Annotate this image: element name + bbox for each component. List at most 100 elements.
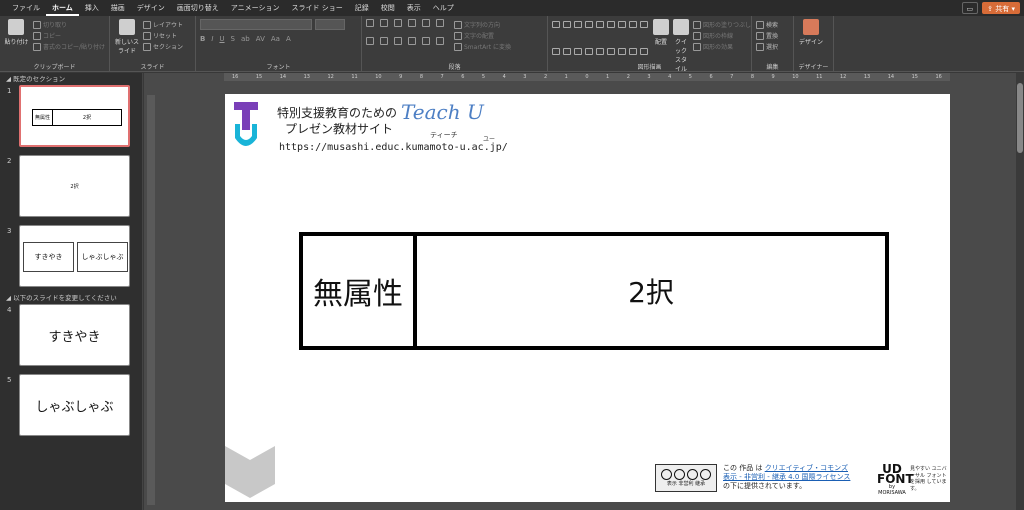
find-button[interactable]: 検索 <box>756 19 789 30</box>
shape-curve-icon[interactable] <box>563 48 571 55</box>
shape-line-icon[interactable] <box>574 21 582 28</box>
shape-rect3-icon[interactable] <box>629 21 637 28</box>
justify-icon[interactable] <box>408 37 416 45</box>
shape-outline-button[interactable]: 図形の枠線 <box>693 30 751 41</box>
shape-more-icon[interactable] <box>640 21 648 28</box>
slide-canvas[interactable]: 特別支援教育のための プレゼン教材サイト Teach U ティーチ ユー htt… <box>225 94 950 502</box>
comments-icon[interactable]: ▭ <box>961 2 979 14</box>
reset-label: リセット <box>153 33 178 40</box>
indent-decrease-icon[interactable] <box>394 19 402 27</box>
paste-button[interactable]: 貼り付け <box>4 19 29 52</box>
thumb-canvas[interactable]: 2択 <box>19 155 130 217</box>
scrollbar-thumb[interactable] <box>1017 83 1023 153</box>
tab-slideshow[interactable]: スライド ショー <box>286 0 349 16</box>
new-slide-button[interactable]: 新しいスライド <box>114 19 140 55</box>
shape-bracket2-icon[interactable] <box>629 48 637 55</box>
tab-insert[interactable]: 挿入 <box>79 0 105 16</box>
case-button[interactable]: Aa <box>271 35 280 43</box>
shape-fill-button[interactable]: 図形の塗りつぶし <box>693 19 751 30</box>
strikethrough-button[interactable]: S <box>231 35 235 43</box>
indent-increase-icon[interactable] <box>408 19 416 27</box>
thumb-canvas[interactable]: すきやき しゃぶしゃぶ <box>19 225 130 287</box>
new-slide-icon <box>119 19 135 35</box>
line-spacing-icon[interactable] <box>422 19 430 27</box>
horizontal-ruler[interactable]: 16 15 14 13 12 11 10 9 8 7 6 5 4 3 2 1 0 1 2 3 4 5 6 7 8 9 10 11 12 1… <box>224 73 950 81</box>
shadow-button[interactable]: ab <box>241 35 250 43</box>
format-painter-button[interactable]: 書式のコピー/貼り付け <box>32 41 105 52</box>
select-button[interactable]: 選択 <box>756 41 789 52</box>
paragraph-settings-icon[interactable] <box>436 37 444 45</box>
tab-transitions[interactable]: 画面切り替え <box>171 0 225 16</box>
spacing-button[interactable]: AV <box>256 35 265 43</box>
vertical-scrollbar[interactable] <box>1016 73 1024 510</box>
align-right-icon[interactable] <box>394 37 402 45</box>
tab-help[interactable]: ヘルプ <box>427 0 460 16</box>
shape-brace2-icon[interactable] <box>618 48 626 55</box>
ribbon: 貼り付け 切り取り コピー 書式のコピー/貼り付け クリップボード 新しいスライ… <box>0 16 1024 73</box>
distribute-icon[interactable] <box>422 37 430 45</box>
text-direction-button[interactable]: 文字列の方向 <box>454 19 511 30</box>
cut-button[interactable]: 切り取り <box>32 19 105 30</box>
card-left-cell[interactable]: 無属性 <box>303 236 417 346</box>
shape-effects-button[interactable]: 図形の効果 <box>693 41 751 52</box>
card-right-cell[interactable]: 2択 <box>417 236 885 346</box>
tab-animations[interactable]: アニメーション <box>225 0 286 16</box>
slide-thumbnail-2[interactable]: 2 2択 <box>0 155 142 225</box>
copy-button[interactable]: コピー <box>32 30 105 41</box>
thumb-canvas[interactable]: 無属性 2択 <box>19 85 130 147</box>
thumb-canvas[interactable]: しゃぶしゃぶ <box>19 374 130 436</box>
shape-bracket-icon[interactable] <box>607 48 615 55</box>
thumb-canvas[interactable]: すきやき <box>19 304 130 366</box>
section-header-default[interactable]: ◢ 既定のセクション <box>0 73 142 85</box>
vertical-ruler[interactable] <box>147 95 155 505</box>
font-color-button[interactable]: A <box>286 35 291 43</box>
shape-textbox-icon[interactable] <box>552 21 560 28</box>
tab-draw[interactable]: 描画 <box>105 0 131 16</box>
underline-button[interactable]: U <box>219 35 224 43</box>
font-size-combo[interactable] <box>315 19 345 30</box>
shape-rect2-icon[interactable] <box>607 21 615 28</box>
smartart-button[interactable]: SmartArt に変換 <box>454 41 511 52</box>
slide-thumbnail-pane: ◢ 既定のセクション 1 無属性 2択 2 2択 3 すきやき しゃぶしゃぶ ◢ <box>0 73 143 510</box>
tab-file[interactable]: ファイル <box>6 0 46 16</box>
shape-rect-icon[interactable] <box>563 21 571 28</box>
align-left-icon[interactable] <box>366 37 374 45</box>
shape-brace-icon[interactable] <box>574 48 582 55</box>
license-link-cc[interactable]: クリエイティブ・コモンズ <box>765 464 848 472</box>
ruler-tick: 0 <box>585 74 589 80</box>
shape-star-icon[interactable] <box>585 48 593 55</box>
numbering-icon[interactable] <box>380 19 388 27</box>
slide-thumbnail-3[interactable]: 3 すきやき しゃぶしゃぶ <box>0 225 142 295</box>
columns-icon[interactable] <box>436 19 444 27</box>
slide-thumbnail-5[interactable]: 5 しゃぶしゃぶ <box>0 374 142 444</box>
italic-button[interactable]: I <box>211 35 213 43</box>
ud-font-note: 見やすい ユニバーサル フォントを採用 しています。 <box>910 466 947 492</box>
font-group: B I U S ab AV Aa A フォント <box>196 16 362 72</box>
align-center-icon[interactable] <box>380 37 388 45</box>
shape-oval-icon[interactable] <box>596 21 604 28</box>
reset-button[interactable]: リセット <box>143 30 183 41</box>
tab-record[interactable]: 記録 <box>349 0 375 16</box>
tab-design[interactable]: デザイン <box>131 0 171 16</box>
designer-button[interactable]: デザイン <box>798 19 824 46</box>
align-text-button[interactable]: 文字の配置 <box>454 30 511 41</box>
attribute-card[interactable]: 無属性 2択 <box>299 232 889 350</box>
font-name-combo[interactable] <box>200 19 312 30</box>
share-button[interactable]: ⇪ 共有 ▾ <box>982 2 1020 14</box>
license-link-terms[interactable]: 表示 - 非営利 - 継承 4.0 国際ライセンス <box>723 473 850 481</box>
shape-scroll-icon[interactable] <box>640 48 648 55</box>
tab-review[interactable]: 校閲 <box>375 0 401 16</box>
tab-home[interactable]: ホーム <box>46 0 79 16</box>
shape-arrow2-icon[interactable] <box>552 48 560 55</box>
tab-view[interactable]: 表示 <box>401 0 427 16</box>
shape-triangle-icon[interactable] <box>618 21 626 28</box>
shape-arrow-icon[interactable] <box>585 21 593 28</box>
slide-thumbnail-4[interactable]: 4 すきやき <box>0 304 142 374</box>
slide-thumbnail-1[interactable]: 1 無属性 2択 <box>0 85 142 155</box>
bullets-icon[interactable] <box>366 19 374 27</box>
bold-button[interactable]: B <box>200 35 205 43</box>
shape-callout-icon[interactable] <box>596 48 604 55</box>
section-button[interactable]: セクション <box>143 41 183 52</box>
replace-button[interactable]: 置換 <box>756 30 789 41</box>
layout-button[interactable]: レイアウト <box>143 19 183 30</box>
